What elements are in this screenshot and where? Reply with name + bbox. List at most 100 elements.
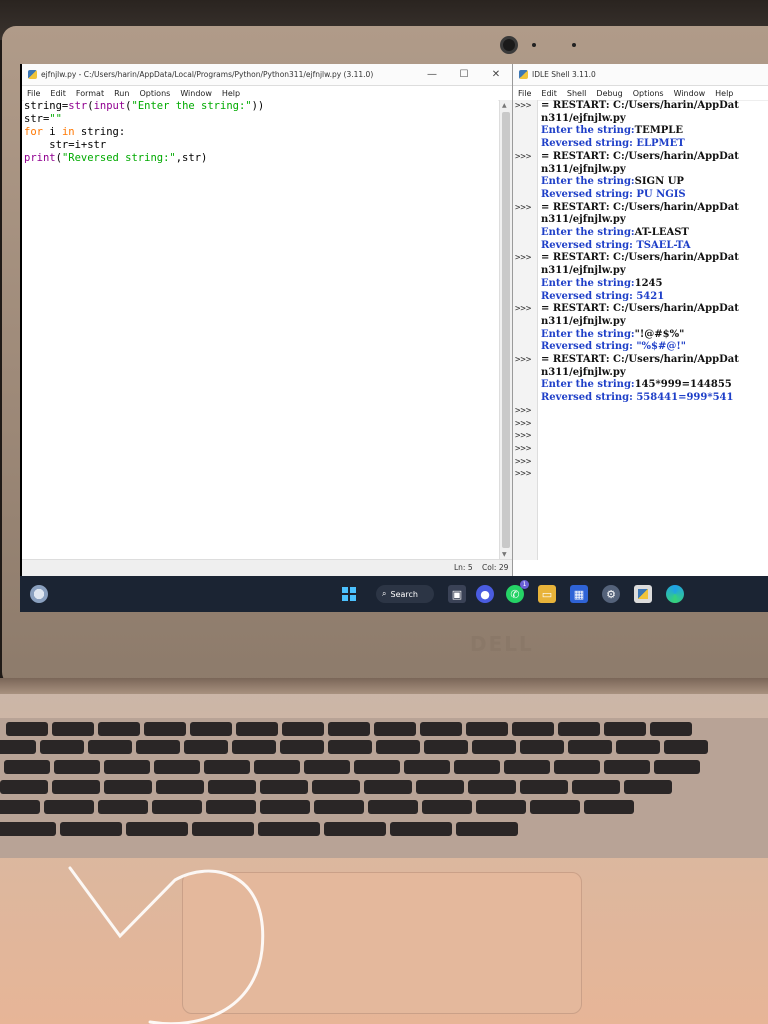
menu-options[interactable]: Options	[134, 89, 175, 98]
keyboard-key[interactable]	[98, 722, 140, 736]
keyboard-key[interactable]	[206, 800, 256, 814]
keyboard-key[interactable]	[126, 822, 188, 836]
keyboard-key[interactable]	[254, 760, 300, 774]
keyboard-key[interactable]	[204, 760, 250, 774]
keyboard-key[interactable]	[88, 740, 132, 754]
keyboard-key[interactable]	[376, 740, 420, 754]
keyboard-key[interactable]	[54, 760, 100, 774]
shell-output[interactable]: = RESTART: C:/Users/harin/AppDat n311/ejf…	[541, 100, 768, 560]
shell-window[interactable]: IDLE Shell 3.11.0 File Edit Shell Debug …	[512, 64, 768, 576]
keyboard-key[interactable]	[0, 822, 56, 836]
menu-window[interactable]: Window	[669, 89, 711, 98]
scroll-up-icon[interactable]: ▲	[502, 102, 507, 109]
keyboard-key[interactable]	[324, 822, 386, 836]
keyboard-key[interactable]	[454, 760, 500, 774]
keyboard-key[interactable]	[554, 760, 600, 774]
keyboard-key[interactable]	[404, 760, 450, 774]
menu-options[interactable]: Options	[628, 89, 669, 98]
keyboard-key[interactable]	[260, 780, 308, 794]
keyboard-key[interactable]	[468, 780, 516, 794]
keyboard-key[interactable]	[604, 760, 650, 774]
keyboard-key[interactable]	[466, 722, 508, 736]
menu-window[interactable]: Window	[175, 89, 217, 98]
keyboard-key[interactable]	[282, 722, 324, 736]
keyboard-key[interactable]	[260, 800, 310, 814]
whatsapp-icon[interactable]: ✆ 1	[506, 580, 529, 603]
menu-help[interactable]: Help	[710, 89, 738, 98]
keyboard-key[interactable]	[258, 822, 320, 836]
menu-debug[interactable]: Debug	[591, 89, 627, 98]
keyboard-key[interactable]	[456, 822, 518, 836]
keyboard-key[interactable]	[476, 800, 526, 814]
keyboard-key[interactable]	[44, 800, 94, 814]
chat-icon[interactable]: ●	[476, 585, 494, 603]
keyboard-key[interactable]	[232, 740, 276, 754]
keyboard-key[interactable]	[314, 800, 364, 814]
keyboard-key[interactable]	[520, 740, 564, 754]
keyboard-key[interactable]	[104, 780, 152, 794]
menu-file[interactable]: File	[513, 89, 536, 98]
python-idle-icon[interactable]	[634, 585, 652, 603]
keyboard-key[interactable]	[190, 722, 232, 736]
keyboard-key[interactable]	[0, 740, 36, 754]
windows-start-icon[interactable]	[340, 585, 358, 603]
store-icon[interactable]: ▦	[570, 585, 588, 603]
code-editor[interactable]: string=str(input("Enter the string:")) s…	[24, 100, 498, 560]
weather-icon[interactable]	[30, 585, 48, 603]
keyboard-key[interactable]	[568, 740, 612, 754]
keyboard-key[interactable]	[312, 780, 360, 794]
keyboard-key[interactable]	[558, 722, 600, 736]
editor-titlebar[interactable]: ejfnjlw.py - C:/Users/harin/AppData/Loca…	[22, 64, 512, 86]
keyboard-key[interactable]	[374, 722, 416, 736]
menu-file[interactable]: File	[22, 89, 45, 98]
keyboard-key[interactable]	[512, 722, 554, 736]
keyboard-key[interactable]	[664, 740, 708, 754]
scroll-thumb[interactable]	[502, 112, 510, 548]
keyboard-key[interactable]	[572, 780, 620, 794]
keyboard-key[interactable]	[604, 722, 646, 736]
task-view-icon[interactable]: ▣	[448, 585, 466, 603]
keyboard-key[interactable]	[0, 800, 40, 814]
keyboard-key[interactable]	[354, 760, 400, 774]
keyboard-key[interactable]	[208, 780, 256, 794]
keyboard-key[interactable]	[192, 822, 254, 836]
keyboard-key[interactable]	[368, 800, 418, 814]
settings-icon[interactable]: ⚙	[602, 585, 620, 603]
close-button[interactable]: ✕	[480, 69, 512, 80]
menu-help[interactable]: Help	[217, 89, 245, 98]
keyboard-key[interactable]	[0, 780, 48, 794]
keyboard-key[interactable]	[52, 722, 94, 736]
file-explorer-icon[interactable]: ▭	[538, 585, 556, 603]
maximize-button[interactable]: ☐	[448, 69, 480, 80]
keyboard-key[interactable]	[136, 740, 180, 754]
keyboard-key[interactable]	[328, 722, 370, 736]
minimize-button[interactable]: —	[416, 69, 448, 80]
keyboard-key[interactable]	[6, 722, 48, 736]
keyboard-key[interactable]	[52, 780, 100, 794]
keyboard-key[interactable]	[236, 722, 278, 736]
keyboard-key[interactable]	[420, 722, 462, 736]
keyboard-key[interactable]	[520, 780, 568, 794]
scroll-down-icon[interactable]: ▼	[502, 551, 507, 558]
keyboard-key[interactable]	[650, 722, 692, 736]
keyboard-key[interactable]	[390, 822, 452, 836]
keyboard-key[interactable]	[364, 780, 412, 794]
menu-format[interactable]: Format	[71, 89, 109, 98]
keyboard-key[interactable]	[654, 760, 700, 774]
keyboard-key[interactable]	[40, 740, 84, 754]
keyboard-key[interactable]	[4, 760, 50, 774]
keyboard-key[interactable]	[144, 722, 186, 736]
keyboard-key[interactable]	[504, 760, 550, 774]
keyboard-key[interactable]	[422, 800, 472, 814]
keyboard-key[interactable]	[98, 800, 148, 814]
keyboard-key[interactable]	[104, 760, 150, 774]
keyboard-key[interactable]	[624, 780, 672, 794]
keyboard-key[interactable]	[328, 740, 372, 754]
menu-run[interactable]: Run	[109, 89, 134, 98]
keyboard-key[interactable]	[280, 740, 324, 754]
keyboard-key[interactable]	[584, 800, 634, 814]
keyboard-key[interactable]	[152, 800, 202, 814]
keyboard-key[interactable]	[416, 780, 464, 794]
editor-window[interactable]: ejfnjlw.py - C:/Users/harin/AppData/Loca…	[22, 64, 512, 576]
menu-edit[interactable]: Edit	[45, 89, 71, 98]
